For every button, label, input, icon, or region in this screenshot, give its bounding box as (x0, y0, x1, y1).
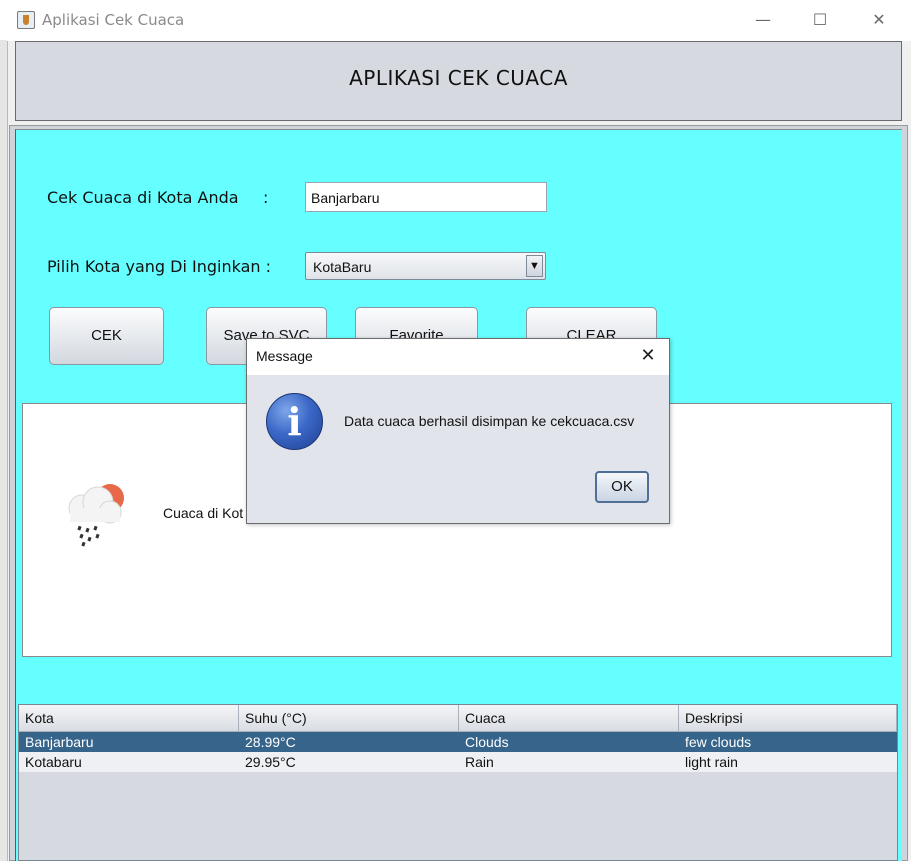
table-row[interactable] (19, 732, 897, 752)
table-header-deskripsi[interactable]: Deskripsi (679, 705, 897, 732)
city-select-value: KotaBaru (313, 259, 372, 275)
close-button[interactable]: ✕ (856, 6, 902, 34)
ok-button[interactable]: OK (595, 471, 649, 503)
city-label-colon: : (263, 188, 269, 207)
weather-result-text: Cuaca di Kot (163, 505, 244, 521)
cek-button-label: CEK (91, 327, 122, 344)
table-cell: Banjarbaru (25, 734, 94, 750)
city-select[interactable]: KotaBaru ▼ (305, 252, 546, 280)
table-cell: few clouds (685, 734, 752, 750)
page-title: APLIKASI CEK CUACA (349, 66, 568, 90)
dialog-message: Data cuaca berhasil disimpan ke cekcuaca… (344, 413, 635, 429)
table-cell: light rain (685, 754, 738, 770)
city-input[interactable]: Banjarbaru (305, 182, 547, 212)
window-title: Aplikasi Cek Cuaca (42, 11, 185, 29)
table-header-cuaca[interactable]: Cuaca (459, 705, 679, 732)
dialog-close-icon[interactable]: ✕ (636, 344, 660, 368)
info-glyph: i (287, 399, 302, 444)
cek-button[interactable]: CEK (49, 307, 164, 365)
java-app-icon (17, 11, 35, 29)
table-cell: 28.99°C (245, 734, 296, 750)
table-cell: Kotabaru (25, 754, 82, 770)
minimize-button[interactable]: — (740, 6, 786, 34)
choose-city-label: Pilih Kota yang Di Inginkan : (47, 257, 272, 276)
chevron-down-icon[interactable]: ▼ (526, 255, 543, 277)
dialog-title: Message (256, 348, 313, 364)
table-header-kota[interactable]: Kota (19, 705, 239, 732)
table-cell: Clouds (465, 734, 509, 750)
city-label: Cek Cuaca di Kota Anda (47, 188, 239, 207)
table-row[interactable] (19, 752, 897, 772)
table-cell: 29.95°C (245, 754, 296, 770)
maximize-button[interactable]: ☐ (797, 6, 843, 34)
desktop-strip (0, 40, 7, 861)
table-cell: Rain (465, 754, 494, 770)
table-header-suhu[interactable]: Suhu (°C) (239, 705, 459, 732)
weather-cloud-rain-icon (60, 478, 132, 548)
